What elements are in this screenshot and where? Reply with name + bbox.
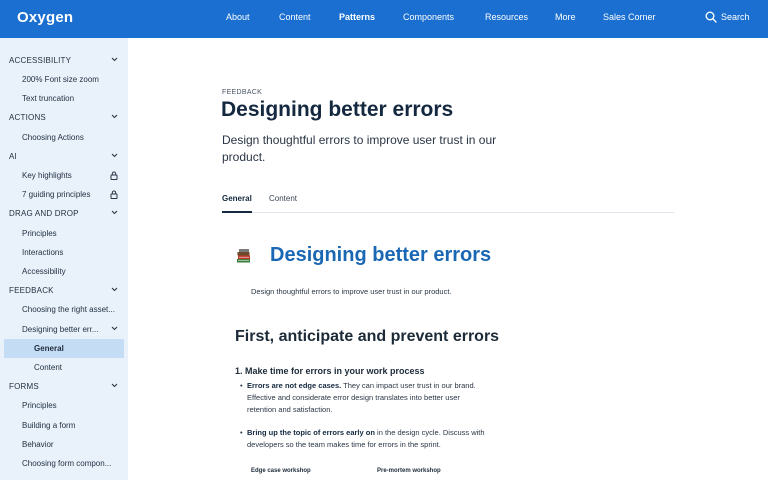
sidebar-item-label: Behavior: [22, 440, 54, 449]
nav-patterns[interactable]: Patterns: [339, 12, 375, 22]
section-heading: First, anticipate and prevent errors: [235, 328, 500, 345]
sidebar-item-label: ACCESSIBILITY: [9, 56, 72, 65]
sidebar-section-accessibility[interactable]: ACCESSIBILITY: [0, 51, 128, 70]
lock-icon: [110, 190, 118, 199]
sidebar-item-label: FORMS: [9, 382, 39, 391]
books-icon: [237, 249, 250, 263]
sidebar-item-label: 7 guiding principles: [22, 190, 91, 199]
sidebar-item-label: General: [34, 344, 64, 353]
sidebar-item-label: Principles: [22, 401, 57, 410]
tab-content[interactable]: Content: [269, 194, 297, 203]
sidebar-item-accessibility[interactable]: Accessibility: [0, 262, 128, 281]
sidebar-item-label: Choosing Actions: [22, 133, 84, 142]
sidebar-section-forms[interactable]: FORMS: [0, 377, 128, 396]
bullet-bold-text: Bring up the topic of errors early on: [247, 428, 375, 437]
sidebar-item-designing-better-errors[interactable]: Designing better err...: [0, 320, 128, 339]
sidebar: ACCESSIBILITY 200% Font size zoom Text t…: [0, 38, 128, 480]
chevron-down-icon: [111, 153, 118, 158]
sidebar-item-label: Text truncation: [22, 94, 75, 103]
caption-edge-case-workshop: Edge case workshop: [251, 468, 311, 474]
sidebar-item-building-a-form[interactable]: Building a form: [0, 416, 128, 435]
sidebar-item-label: Content: [34, 363, 63, 372]
list-item: • Bring up the topic of errors early on …: [240, 427, 490, 451]
search-button[interactable]: Search: [705, 11, 750, 23]
nav-resources[interactable]: Resources: [485, 12, 528, 22]
sidebar-item-label: Accessibility: [22, 267, 66, 276]
sidebar-item-label: Principles: [22, 229, 57, 238]
sidebar-item-label: Building a form: [22, 421, 76, 430]
sidebar-item-label: AI: [9, 152, 17, 161]
sidebar-item-label: Choosing the right asset...: [22, 305, 115, 314]
step-heading: 1. Make time for errors in your work pro…: [235, 366, 425, 376]
article-intro: Design thoughtful errors to improve user…: [251, 287, 452, 296]
chevron-down-icon: [111, 326, 118, 331]
sidebar-item-principles[interactable]: Principles: [0, 224, 128, 243]
sidebar-item-label: Key highlights: [22, 171, 72, 180]
sidebar-item-content[interactable]: Content: [0, 358, 128, 377]
list-item: • Errors are not edge cases. They can im…: [240, 380, 490, 416]
nav-more[interactable]: More: [555, 12, 576, 22]
search-label: Search: [721, 12, 750, 22]
sidebar-item-text-truncation[interactable]: Text truncation: [0, 89, 128, 108]
lock-icon: [110, 171, 118, 180]
tab-general[interactable]: General: [222, 194, 252, 203]
sidebar-section-drag-and-drop[interactable]: DRAG AND DROP: [0, 204, 128, 223]
sidebar-item-behavior[interactable]: Behavior: [0, 435, 128, 454]
bullet-dot: •: [240, 381, 243, 390]
sidebar-item-label: Interactions: [22, 248, 64, 257]
page-subtitle: Design thoughtful errors to improve user…: [222, 133, 497, 164]
sidebar-item-label: ACTIONS: [9, 113, 46, 122]
sidebar-item-label: FEEDBACK: [9, 286, 54, 295]
bullet-bold-text: Errors are not edge cases.: [247, 381, 342, 390]
sidebar-item-forms-principles[interactable]: Principles: [0, 396, 128, 415]
chevron-down-icon: [111, 210, 118, 215]
logo-text: Oxygen: [17, 9, 74, 26]
article-heading: Designing better errors: [270, 244, 492, 266]
chevron-down-icon: [111, 57, 118, 62]
page-eyebrow: FEEDBACK: [222, 89, 263, 96]
sidebar-item-font-size-zoom[interactable]: 200% Font size zoom: [0, 70, 128, 89]
sidebar-item-choosing-actions[interactable]: Choosing Actions: [0, 128, 128, 147]
caption-pre-mortem-workshop: Pre-mortem workshop: [377, 468, 441, 474]
sidebar-item-guiding-principles[interactable]: 7 guiding principles: [0, 185, 128, 204]
sidebar-item-choosing-form-components[interactable]: Choosing form compon...: [0, 454, 128, 473]
nav-components[interactable]: Components: [403, 12, 454, 22]
bullet-dot: •: [240, 428, 243, 437]
sidebar-item-key-highlights[interactable]: Key highlights: [0, 166, 128, 185]
sidebar-item-interactions[interactable]: Interactions: [0, 243, 128, 262]
chevron-down-icon: [111, 383, 118, 388]
chevron-down-icon: [111, 114, 118, 119]
search-icon: [705, 11, 717, 23]
page-tabs: General Content: [222, 192, 674, 213]
oxygen-logo[interactable]: Oxygen: [17, 9, 73, 26]
sidebar-item-label: Designing better err...: [22, 325, 99, 334]
sidebar-item-general[interactable]: General: [4, 339, 124, 358]
top-navigation-bar: Oxygen About Content Patterns Components…: [0, 0, 768, 38]
sidebar-section-feedback[interactable]: FEEDBACK: [0, 281, 128, 300]
sidebar-item-label: 200% Font size zoom: [22, 75, 99, 84]
sidebar-section-ai[interactable]: AI: [0, 147, 128, 166]
active-tab-indicator: [222, 211, 252, 213]
nav-sales-corner[interactable]: Sales Corner: [603, 12, 656, 22]
chevron-down-icon: [111, 287, 118, 292]
nav-about[interactable]: About: [226, 12, 250, 22]
sidebar-item-choosing-right-asset[interactable]: Choosing the right asset...: [0, 300, 128, 319]
sidebar-section-actions[interactable]: ACTIONS: [0, 108, 128, 127]
page-title: Designing better errors: [221, 98, 454, 121]
sidebar-item-label: Choosing form compon...: [22, 459, 112, 468]
sidebar-item-label: DRAG AND DROP: [9, 209, 79, 218]
nav-content[interactable]: Content: [279, 12, 311, 22]
main-content: FEEDBACK Designing better errors Design …: [128, 38, 768, 480]
